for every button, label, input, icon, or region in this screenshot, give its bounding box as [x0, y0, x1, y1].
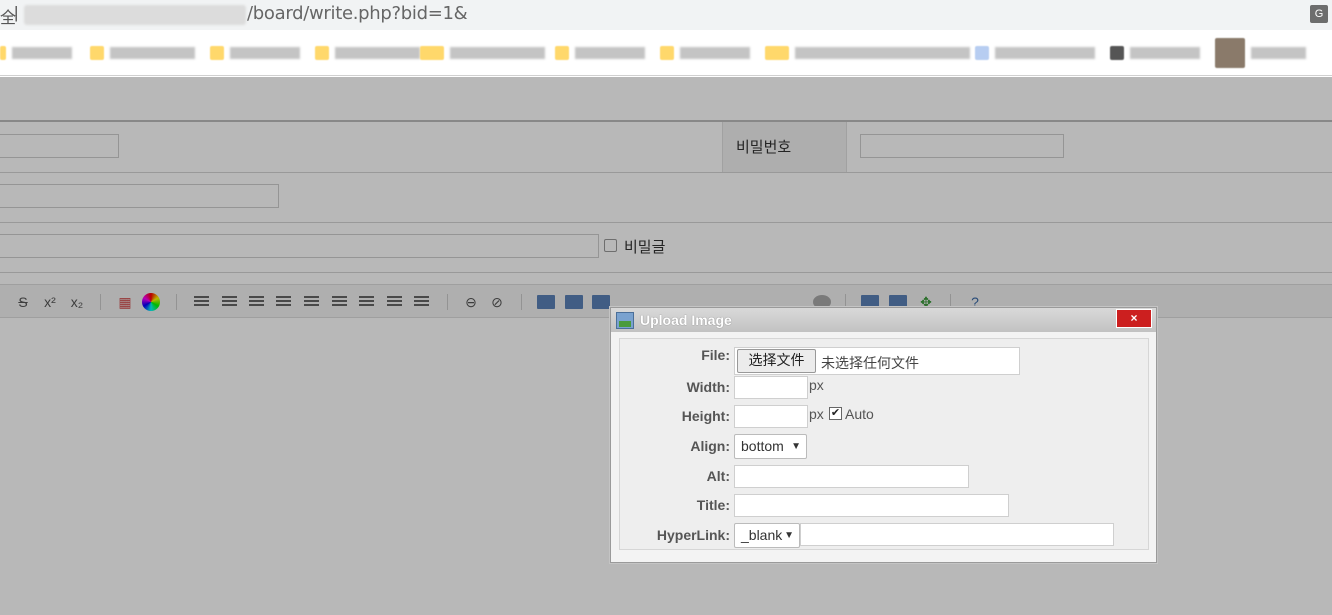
choose-file-button[interactable]: 选择文件: [737, 349, 816, 373]
url-host-redacted: [24, 5, 246, 25]
file-label: File:: [701, 347, 730, 363]
width-label: Width:: [686, 379, 730, 395]
alt-label: Alt:: [706, 468, 730, 484]
url-separator: |: [14, 3, 19, 22]
width-input[interactable]: [734, 376, 808, 399]
bookmark-item[interactable]: [555, 45, 645, 60]
bookmark-item[interactable]: [765, 45, 970, 60]
hyperlink-target-select[interactable]: _blank ▼: [734, 523, 800, 548]
close-button[interactable]: ×: [1116, 309, 1152, 328]
dialog-content: File: 选择文件 未选择任何文件 Width: px Height: px …: [619, 338, 1149, 550]
file-input[interactable]: 选择文件 未选择任何文件: [734, 347, 1020, 375]
bookmark-item[interactable]: [0, 45, 72, 60]
auto-label: Auto: [845, 406, 874, 422]
title-input[interactable]: [734, 494, 1009, 517]
height-label: Height:: [681, 408, 730, 424]
bookmark-item[interactable]: [420, 45, 545, 60]
hyperlink-input[interactable]: [800, 523, 1114, 546]
bookmark-item[interactable]: [1110, 45, 1200, 60]
width-unit: px: [809, 377, 824, 393]
title-label: Title:: [696, 497, 730, 513]
url-path[interactable]: /board/write.php?bid=1&: [247, 3, 468, 24]
upload-image-dialog: Upload Image × File: 选择文件 未选择任何文件 Width:…: [610, 307, 1157, 563]
bookmark-item[interactable]: [210, 45, 300, 60]
dialog-title: Upload Image: [640, 312, 732, 328]
bookmark-item[interactable]: [1215, 37, 1306, 68]
bookmarks-bar: [0, 30, 1332, 76]
height-unit: px: [809, 406, 824, 422]
height-input[interactable]: [734, 405, 808, 428]
hyperlink-label: HyperLink:: [656, 527, 730, 543]
align-value: bottom: [741, 438, 784, 454]
auto-checkbox[interactable]: ✔: [829, 407, 842, 420]
bookmark-item[interactable]: [315, 45, 420, 60]
bookmark-item[interactable]: [975, 45, 1095, 60]
file-status: 未选择任何文件: [821, 356, 919, 372]
bookmark-item[interactable]: [660, 45, 750, 60]
chevron-down-icon: ▼: [791, 441, 801, 452]
bookmark-item[interactable]: [90, 45, 195, 60]
alt-input[interactable]: [734, 465, 969, 488]
address-bar: 全 | /board/write.php?bid=1& G: [0, 0, 1332, 30]
translate-icon[interactable]: G: [1310, 5, 1328, 23]
dialog-title-bar[interactable]: Upload Image ×: [611, 308, 1156, 332]
hyperlink-target-value: _blank: [741, 527, 783, 543]
chevron-down-icon: ▼: [784, 530, 794, 541]
align-select[interactable]: bottom ▼: [734, 434, 807, 459]
image-icon: [616, 312, 634, 329]
align-label: Align:: [690, 438, 730, 454]
